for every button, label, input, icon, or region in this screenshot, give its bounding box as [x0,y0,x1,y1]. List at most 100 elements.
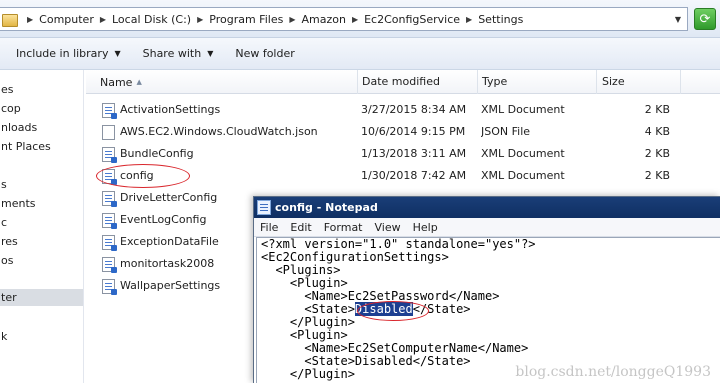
command-toolbar: Include in library ▼ Share with ▼ New fold… [0,38,720,70]
nav-item[interactable]: os [0,252,13,269]
file-size: 2 KB [644,169,670,182]
xml-file-icon [102,190,117,207]
notepad-text-area[interactable]: <?xml version="1.0" standalone="yes"?> <… [256,237,720,383]
file-row[interactable]: ActivationSettings 3/27/2015 8:34 AM XML… [86,99,720,121]
file-row[interactable]: AWS.EC2.Windows.CloudWatch.json 10/6/201… [86,121,720,143]
code-text: <State> [261,302,355,316]
file-type: XML Document [481,147,565,160]
nav-item[interactable]: c [0,214,7,231]
file-size: 2 KB [644,103,670,116]
breadcrumb-label: Computer [39,12,94,26]
notepad-title: config - Notepad [275,201,378,214]
breadcrumb-label: Program Files [209,12,284,26]
new-folder-label: New folder [235,47,295,60]
file-date: 1/30/2018 7:42 AM [361,169,467,182]
chevron-down-icon: ▼ [114,49,121,58]
nav-item[interactable]: nt Places [0,138,51,155]
file-name: WallpaperSettings [120,279,221,292]
breadcrumb-sep-start[interactable]: ▶ [23,15,37,24]
xml-file-icon [102,234,117,251]
chevron-down-icon[interactable]: ▼ [669,8,687,30]
share-with-label: Share with [142,47,202,60]
notepad-icon [257,200,271,215]
file-date: 3/27/2015 8:34 AM [361,103,467,116]
json-file-icon [102,124,115,140]
xml-file-icon [102,278,117,295]
breadcrumb-local-disk[interactable]: Local Disk (C:) ▶ [110,13,207,26]
address-bar: ▶ Computer ▶ Local Disk (C:) ▶ Program Fil… [0,0,720,38]
file-type: JSON File [481,125,531,138]
share-with-button[interactable]: Share with ▼ [143,47,214,60]
nav-item[interactable]: nloads [0,119,37,136]
column-type-label: Type [482,75,508,88]
file-name: AWS.EC2.Windows.CloudWatch.json [120,125,318,138]
code-line: </Plugin> [261,367,355,381]
chevron-right-icon[interactable]: ▶ [96,15,110,24]
column-date-modified[interactable]: Date modified [358,70,478,94]
refresh-button[interactable]: ⟳ [694,8,716,30]
breadcrumb-label: Ec2ConfigService [364,12,461,26]
nav-item[interactable]: es [0,81,14,98]
column-header: Name ▲ Date modified Type Size [86,70,720,94]
column-date-label: Date modified [362,75,440,88]
chevron-right-icon: ▶ [27,14,34,24]
breadcrumb-label: Local Disk (C:) [112,12,192,26]
menu-file[interactable]: File [254,221,284,234]
file-name: monitortask2008 [120,257,215,270]
notepad-menu-bar: File Edit Format View Help [254,218,720,237]
nav-item[interactable]: cop [0,100,21,117]
navigation-pane: es cop nloads nt Places s ments c res os… [0,70,84,383]
xml-file-icon [102,212,117,229]
address-box[interactable]: ▶ Computer ▶ Local Disk (C:) ▶ Program Fil… [0,7,688,31]
breadcrumb-program-files[interactable]: Program Files ▶ [207,13,299,26]
state-highlight-ellipse [357,301,429,321]
file-name-cell: BundleConfig [102,143,356,165]
file-type: XML Document [481,103,565,116]
nav-item[interactable]: k [0,328,7,345]
chevron-down-icon: ▼ [207,49,214,58]
breadcrumb-settings[interactable]: Settings [476,13,525,26]
chevron-right-icon[interactable]: ▶ [285,15,299,24]
include-in-library-label: Include in library [16,47,109,60]
breadcrumb-amazon[interactable]: Amazon ▶ [299,13,362,26]
new-folder-button[interactable]: New folder [235,47,294,60]
file-name-cell: AWS.EC2.Windows.CloudWatch.json [102,121,356,143]
column-size[interactable]: Size [597,70,681,94]
nav-item-selected[interactable]: ter [0,289,83,306]
column-name-label: Name [100,76,133,89]
breadcrumb-computer[interactable]: Computer ▶ [37,13,110,26]
menu-edit[interactable]: Edit [284,221,317,234]
file-size: 2 KB [644,147,670,160]
chevron-right-icon[interactable]: ▶ [462,15,476,24]
include-in-library-button[interactable]: Include in library ▼ [16,47,121,60]
breadcrumb-label: Amazon [301,12,346,26]
breadcrumb-ec2configservice[interactable]: Ec2ConfigService ▶ [362,13,476,26]
folder-icon [2,12,18,27]
column-size-label: Size [602,75,625,88]
menu-view[interactable]: View [369,221,407,234]
file-row[interactable]: BundleConfig 1/13/2018 3:11 AM XML Docum… [86,143,720,165]
refresh-icon: ⟳ [699,11,711,27]
nav-item[interactable]: ments [0,195,36,212]
file-name: ActivationSettings [120,103,221,116]
nav-item[interactable]: res [0,233,18,250]
xml-file-icon [102,146,117,163]
file-date: 1/13/2018 3:11 AM [361,147,467,160]
file-date: 10/6/2014 9:15 PM [361,125,466,138]
chevron-right-icon[interactable]: ▶ [193,15,207,24]
nav-item[interactable]: s [0,176,7,193]
menu-help[interactable]: Help [407,221,444,234]
chevron-right-icon[interactable]: ▶ [348,15,362,24]
file-type: XML Document [481,169,565,182]
notepad-window: config - Notepad File Edit Format View H… [253,196,720,383]
xml-file-icon [102,102,117,119]
column-type[interactable]: Type [478,70,597,94]
file-size: 4 KB [644,125,670,138]
notepad-title-bar[interactable]: config - Notepad [254,197,720,218]
column-name[interactable]: Name ▲ [86,70,358,94]
file-name: BundleConfig [120,147,194,160]
file-name: ExceptionDataFile [120,235,219,248]
file-name: DriveLetterConfig [120,191,218,204]
breadcrumb-label: Settings [478,12,524,26]
menu-format[interactable]: Format [318,221,369,234]
